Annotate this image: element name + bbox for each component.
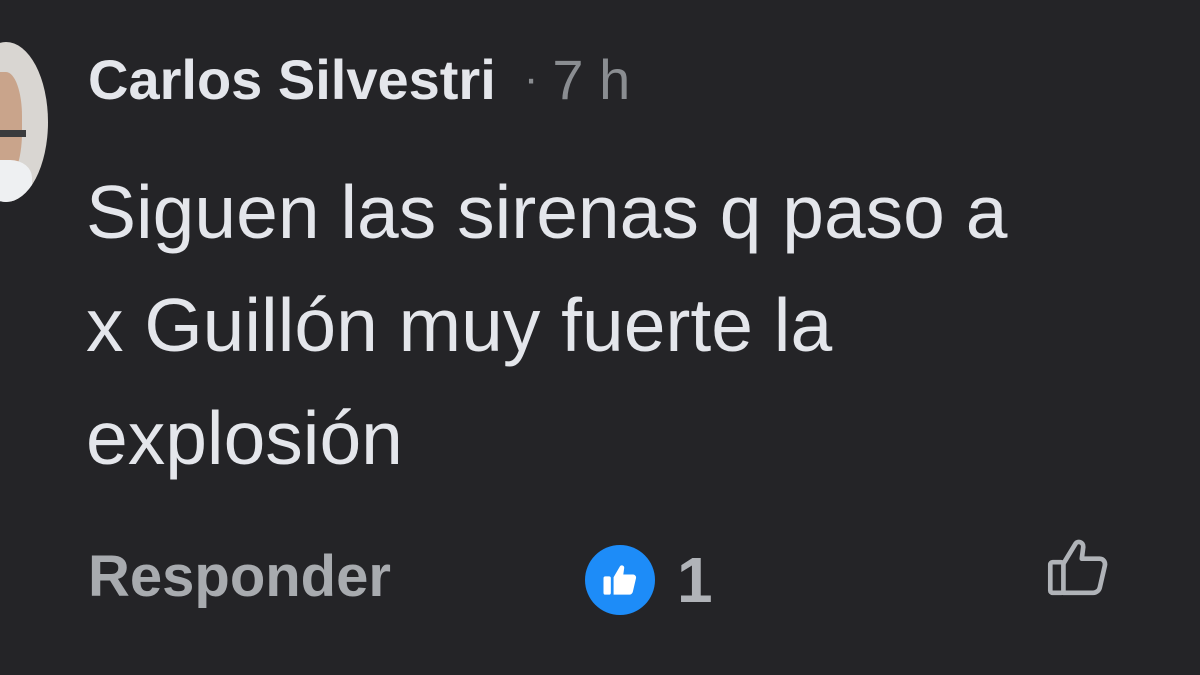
comment-text-line: explosión: [86, 396, 403, 480]
thumbs-up-icon: [585, 545, 655, 615]
avatar[interactable]: [0, 42, 48, 202]
comment-text-line: Siguen las sirenas q paso a: [86, 170, 1008, 254]
comment-header: Carlos Silvestri · 7 h: [88, 40, 630, 118]
avatar-mask: [0, 160, 32, 202]
reaction-count: 1: [677, 544, 713, 616]
author-name[interactable]: Carlos Silvestri: [88, 47, 496, 112]
comment-view: Carlos Silvestri · 7 h Siguen las sirena…: [0, 0, 1200, 675]
thumbs-up-outline-icon: [1047, 539, 1108, 596]
reaction-summary[interactable]: 1: [585, 544, 713, 616]
reply-button[interactable]: Responder: [88, 543, 391, 610]
comment-text: Siguen las sirenas q paso a x Guillón mu…: [86, 156, 1200, 495]
avatar-glasses: [0, 130, 26, 137]
like-button[interactable]: [1040, 530, 1116, 606]
comment-timestamp[interactable]: 7 h: [552, 47, 630, 112]
comment-text-line: x Guillón muy fuerte la: [86, 283, 833, 367]
meta-separator: ·: [523, 54, 539, 103]
